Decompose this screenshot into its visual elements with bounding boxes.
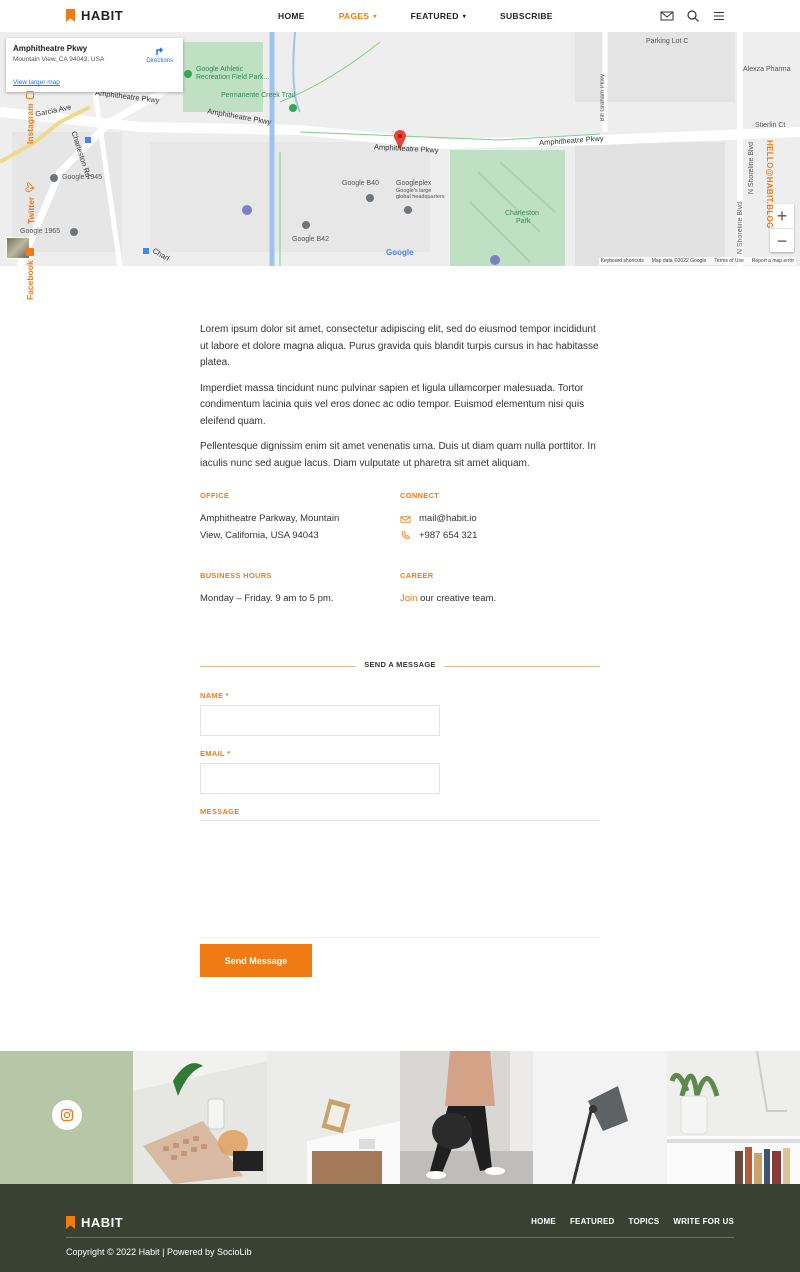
footer-nav-featured[interactable]: FEATURED — [570, 1217, 615, 1226]
intro-text: Lorem ipsum dolor sit amet, consectetur … — [200, 322, 600, 481]
search-icon[interactable] — [686, 9, 700, 23]
logo-text: HABIT — [81, 8, 124, 23]
footer-divider — [66, 1237, 734, 1238]
map-info-card: Amphitheatre Pkwy Mountain View, CA 9404… — [6, 38, 183, 92]
twitter-icon: 🐦︎ — [25, 181, 35, 193]
map-attribution: Keyboard shortcuts Map data ©2022 Google… — [598, 257, 796, 265]
site-logo[interactable]: HABIT — [66, 8, 123, 23]
nav-featured[interactable]: FEATURED ▾ — [411, 11, 466, 21]
contact-email[interactable]: mail@habit.io — [419, 511, 477, 528]
name-field[interactable] — [200, 705, 440, 736]
contact-phone[interactable]: +987 654 321 — [419, 528, 477, 545]
map-label: Google Athletic — [196, 66, 244, 73]
footer-nav-home[interactable]: HOME — [531, 1217, 556, 1226]
social-instagram[interactable]: Instagram — [25, 91, 35, 144]
map-label: Charleston — [505, 210, 539, 217]
career-heading: CAREER — [400, 571, 434, 580]
paragraph: Lorem ipsum dolor sit amet, consectetur … — [200, 324, 599, 368]
location-map[interactable]: Google Athletic Recreation Field Park...… — [0, 32, 800, 266]
shelf-plant-photo[interactable] — [666, 1051, 800, 1184]
phone-icon — [401, 531, 410, 540]
message-label: MESSAGE — [200, 807, 240, 816]
map-label: Parking Lot C — [646, 38, 689, 45]
connect-heading: CONNECT — [400, 491, 440, 500]
bookmark-icon — [66, 9, 75, 22]
message-field[interactable] — [200, 820, 600, 938]
map-label: Recreation Field Park... — [196, 74, 270, 81]
footer-nav-write-for-us[interactable]: WRITE FOR US — [673, 1217, 734, 1226]
office-heading: OFFICE — [200, 491, 230, 500]
form-title: SEND A MESSAGE — [200, 660, 600, 672]
map-label: Google 1945 — [62, 174, 103, 181]
keyboard-shortcuts-link[interactable]: Keyboard shortcuts — [601, 258, 644, 264]
connect-block: CONNECT mail@habit.io +987 654 321 — [400, 491, 600, 544]
nav-pages[interactable]: PAGES ▾ — [339, 11, 377, 21]
keyboard-desk-photo[interactable] — [133, 1051, 267, 1184]
zoom-out-button[interactable]: − — [770, 228, 794, 252]
map-label: Google B40 — [342, 180, 379, 187]
social-twitter[interactable]: Twitter 🐦︎ — [25, 182, 36, 224]
google-logo: Google — [386, 248, 414, 257]
nav-home[interactable]: HOME — [278, 11, 305, 21]
map-data-text: Map data ©2022 Google — [651, 258, 707, 264]
chevron-down-icon: ▾ — [462, 13, 467, 20]
desk-lamp-photo[interactable] — [533, 1051, 667, 1184]
mail-icon — [400, 516, 411, 523]
map-label: Google 1965 — [20, 228, 61, 235]
facebook-icon — [26, 248, 34, 257]
map-label: Permanente Creek Trail — [221, 92, 295, 99]
terms-link[interactable]: Terms of Use — [714, 258, 743, 264]
instagram-button[interactable] — [52, 1100, 82, 1130]
map-label: Google B42 — [292, 236, 329, 243]
walking-woman-photo[interactable] — [399, 1051, 534, 1184]
instagram-icon — [26, 91, 34, 100]
hours-text: Monday – Friday. 9 am to 5 pm. — [200, 593, 334, 604]
office-address-line: Amphitheatre Parkway, Mountain — [200, 513, 340, 524]
directions-icon — [155, 47, 163, 55]
map-label: Park — [516, 218, 531, 225]
map-label: N Shoreline Blvd — [748, 142, 755, 195]
hours-heading: BUSINESS HOURS — [200, 571, 272, 580]
chevron-down-icon: ▾ — [373, 13, 377, 20]
map-label: N Shoreline Blvd — [737, 202, 744, 255]
office-address-line: View, California, USA 94043 — [200, 529, 319, 541]
menu-icon[interactable] — [712, 9, 726, 23]
map-label: Alexza Pharma — [743, 66, 791, 73]
career-block: CAREER Join our creative team. — [400, 571, 600, 608]
contact-email-vertical[interactable]: HELLO@HABIT.BLOG — [765, 140, 774, 229]
join-link[interactable]: Join — [400, 593, 417, 604]
office-block: OFFICE Amphitheatre Parkway, Mountain Vi… — [200, 491, 400, 544]
map-label: Googleplex — [396, 180, 432, 187]
footer-nav-topics[interactable]: TOPICS — [629, 1217, 660, 1226]
email-label: EMAIL * — [200, 749, 231, 758]
instagram-icon — [60, 1108, 74, 1122]
directions-button[interactable]: Directions — [146, 44, 173, 64]
footer-logo-text: HABIT — [81, 1215, 124, 1230]
view-larger-map-link[interactable]: View larger map — [13, 79, 60, 86]
send-message-button[interactable]: Send Message — [200, 944, 312, 977]
social-facebook[interactable]: Facebook — [25, 248, 35, 300]
email-field[interactable] — [200, 763, 440, 794]
instagram-feed — [0, 1051, 800, 1184]
name-label: NAME * — [200, 691, 229, 700]
main-nav: HOME PAGES ▾ FEATURED ▾ SUBSCRIBE — [278, 0, 587, 32]
map-label: Stierlin Ct — [755, 122, 786, 129]
map-label: Bill Graham Pkwy — [600, 74, 606, 122]
mail-icon[interactable] — [660, 9, 674, 23]
career-text: our creative team. — [417, 593, 497, 604]
instagram-tile[interactable] — [0, 1051, 134, 1184]
map-label: global headquarters — [396, 194, 445, 200]
hours-block: BUSINESS HOURS Monday – Friday. 9 am to … — [200, 571, 400, 608]
footer-logo[interactable]: HABIT — [66, 1215, 123, 1230]
copyright-text: Copyright © 2022 Habit | Powered by Soci… — [66, 1247, 252, 1257]
paragraph: Imperdiet massa tincidunt nunc pulvinar … — [200, 382, 585, 427]
side-table-photo[interactable] — [266, 1051, 400, 1184]
site-footer: HABIT HOME FEATURED TOPICS WRITE FOR US … — [0, 1184, 800, 1272]
bookmark-icon — [66, 1216, 75, 1229]
paragraph: Pellentesque dignissim enim sit amet ven… — [200, 441, 596, 469]
site-header: HABIT HOME PAGES ▾ FEATURED ▾ SUBSCRIBE — [0, 0, 800, 32]
report-error-link[interactable]: Report a map error — [752, 258, 794, 264]
nav-subscribe[interactable]: SUBSCRIBE — [500, 11, 553, 21]
footer-nav: HOME FEATURED TOPICS WRITE FOR US — [531, 1217, 734, 1226]
